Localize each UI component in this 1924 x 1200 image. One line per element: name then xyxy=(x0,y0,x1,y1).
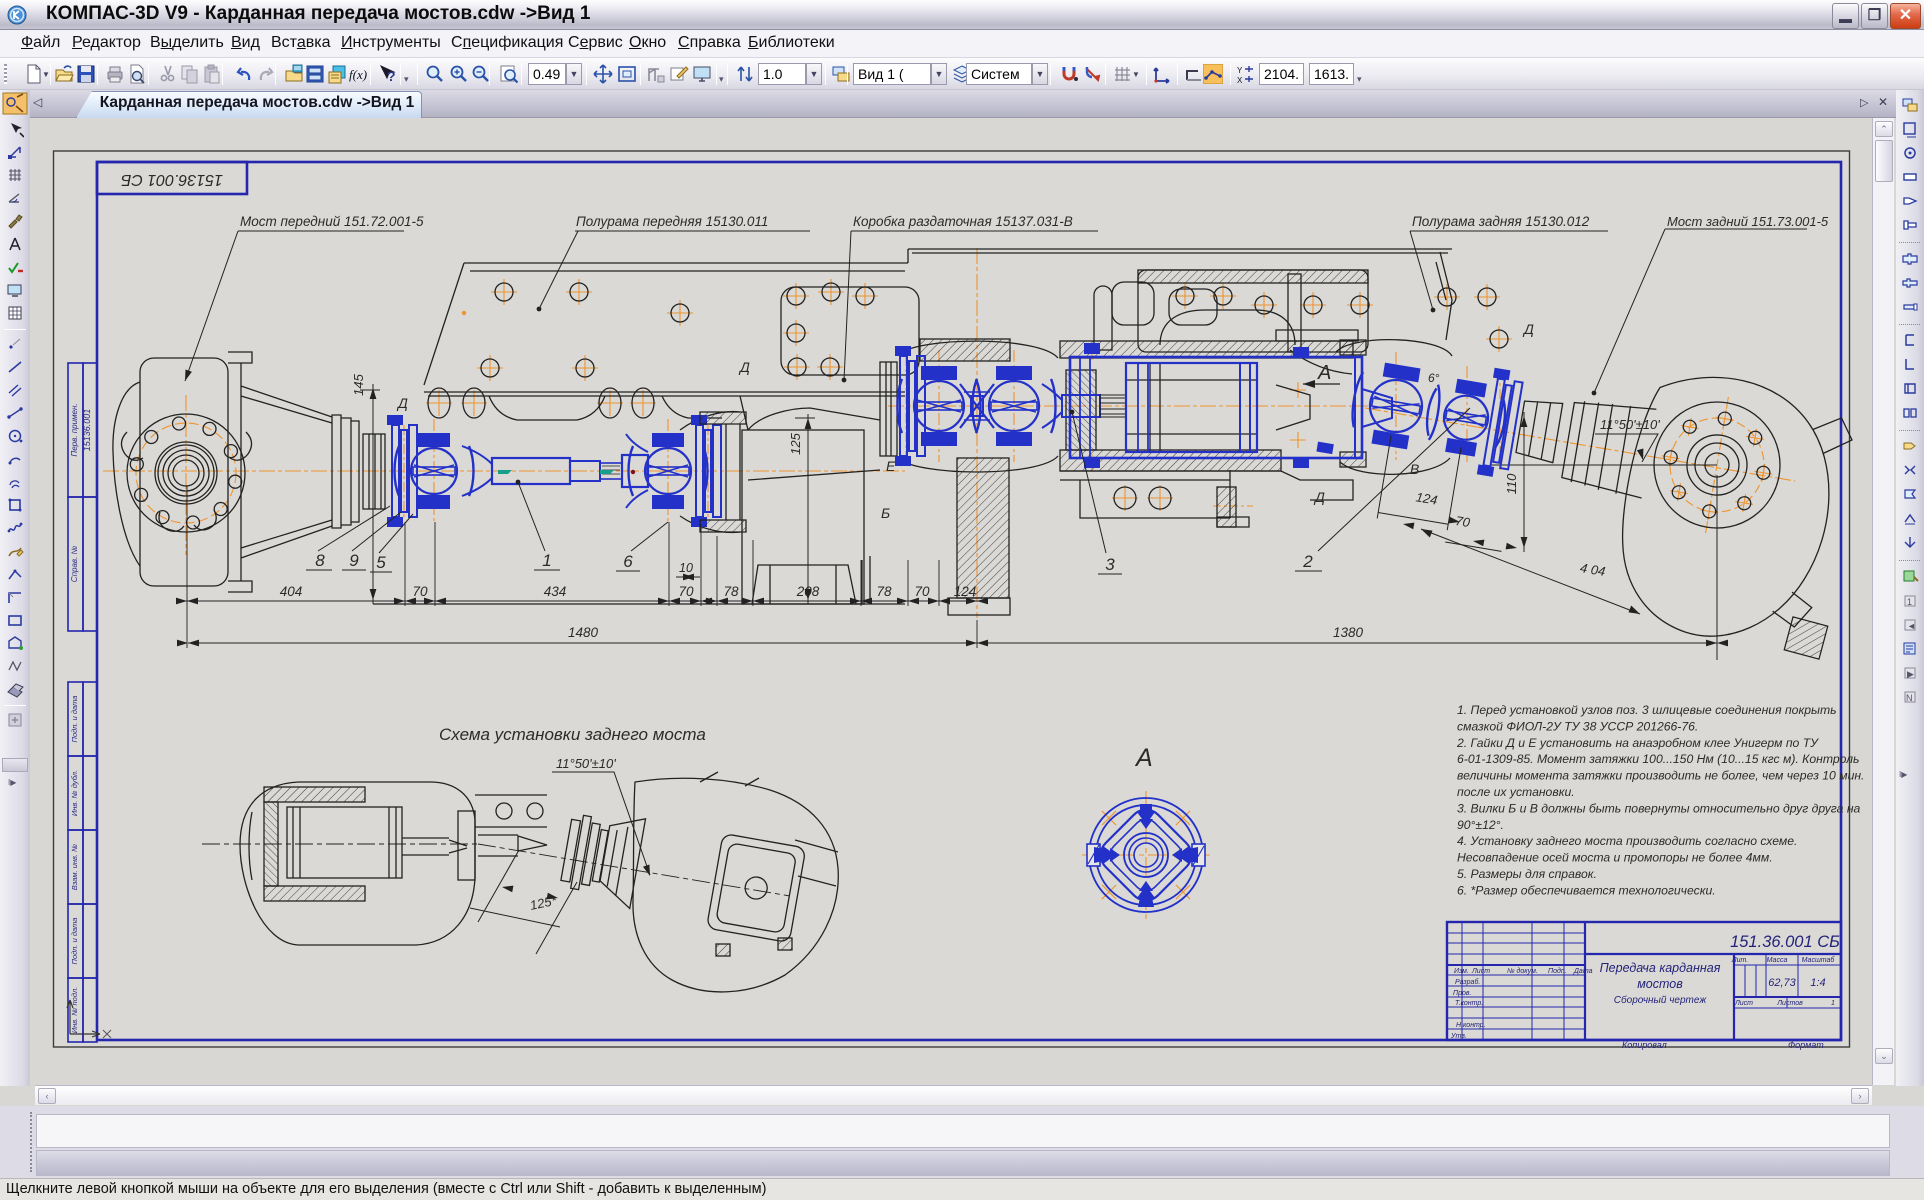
svg-text:1380: 1380 xyxy=(1333,625,1364,640)
svg-text:404: 404 xyxy=(280,584,303,599)
svg-text:Сборочный чертеж: Сборочный чертеж xyxy=(1614,994,1708,1006)
svg-text:А: А xyxy=(1134,744,1153,772)
svg-text:2. Гайки Д и Е установить на а: 2. Гайки Д и Е установить на анаэробном … xyxy=(1456,736,1819,750)
svg-text:Полурама передняя 15130.011: Полурама передняя 15130.011 xyxy=(576,214,768,229)
svg-text:1. Перед установкой узлов поз.: 1. Перед установкой узлов поз. 3 шлицевы… xyxy=(1457,703,1837,717)
svg-text:151.36.001 СБ: 151.36.001 СБ xyxy=(1730,933,1840,951)
svg-text:Передача карданная: Передача карданная xyxy=(1600,961,1721,975)
svg-text:В: В xyxy=(1410,461,1419,477)
svg-text:70: 70 xyxy=(678,584,694,599)
svg-text:Подп. и дата: Подп. и дата xyxy=(70,918,79,965)
svg-text:11°50'±10': 11°50'±10' xyxy=(556,756,616,771)
svg-text:Копировал: Копировал xyxy=(1622,1040,1667,1050)
svg-text:X: X xyxy=(1237,76,1243,84)
svg-text:смазкой ФИОЛ-2У ТУ 38 УССР 201: смазкой ФИОЛ-2У ТУ 38 УССР 201266-76. xyxy=(1457,719,1698,733)
svg-text:8: 8 xyxy=(315,551,325,570)
svg-text:f(x): f(x) xyxy=(349,67,367,82)
svg-text:6-01-1309-85. Момент затяжки 1: 6-01-1309-85. Момент затяжки 100...150 Н… xyxy=(1457,752,1859,766)
svg-text:Масштаб: Масштаб xyxy=(1802,956,1836,964)
svg-text:145: 145 xyxy=(351,373,366,395)
svg-text:6. *Размер обеспечивается техн: 6. *Размер обеспечивается технологически… xyxy=(1457,883,1716,897)
svg-text:1: 1 xyxy=(1907,597,1912,607)
svg-text:Б: Б xyxy=(881,505,890,521)
svg-text:10: 10 xyxy=(679,561,693,575)
svg-text:?: ? xyxy=(387,68,396,84)
svg-text:Формат: Формат xyxy=(1788,1040,1824,1050)
svg-text:78: 78 xyxy=(723,584,739,599)
svg-text:Листов: Листов xyxy=(1776,1000,1803,1007)
svg-text:4. Установку заднего моста про: 4. Установку заднего моста производить с… xyxy=(1457,834,1797,848)
svg-text:Коробка раздаточная 15137.031-: Коробка раздаточная 15137.031-В xyxy=(853,214,1073,229)
svg-text:70: 70 xyxy=(914,584,930,599)
svg-text:124: 124 xyxy=(954,584,977,599)
svg-text:3: 3 xyxy=(1105,555,1115,574)
svg-text:90°±12°.: 90°±12°. xyxy=(1457,818,1504,832)
svg-text:Е: Е xyxy=(886,458,896,474)
svg-text:Лист: Лист xyxy=(1734,1000,1753,1007)
svg-text:после их установки.: после их установки. xyxy=(1457,785,1575,799)
svg-text:Y: Y xyxy=(1237,66,1243,75)
svg-text:Н.контр.: Н.контр. xyxy=(1456,1022,1486,1029)
svg-text:N: N xyxy=(1906,693,1913,703)
svg-text:Подп. и дата: Подп. и дата xyxy=(70,696,79,743)
svg-text:70: 70 xyxy=(412,584,428,599)
svg-text:Д: Д xyxy=(738,359,750,375)
svg-text:Изм.: Изм. xyxy=(1454,968,1469,975)
svg-text:№ докум.: № докум. xyxy=(1507,967,1538,975)
svg-text:Перв. примен.: Перв. примен. xyxy=(70,403,79,456)
svg-text:Разраб.: Разраб. xyxy=(1455,978,1480,986)
svg-text:Лист: Лист xyxy=(1471,968,1490,975)
svg-text:9: 9 xyxy=(349,551,359,570)
svg-text:6°: 6° xyxy=(1428,371,1440,385)
svg-text:Т.контр.: Т.контр. xyxy=(1455,1000,1483,1007)
svg-text:3. Вилки Б и В должны быть пов: 3. Вилки Б и В должны быть повернуты отн… xyxy=(1457,801,1861,815)
svg-text:Дата: Дата xyxy=(1573,968,1593,975)
svg-text:Д: Д xyxy=(1313,489,1325,505)
svg-text:Лит.: Лит. xyxy=(1731,957,1748,964)
svg-text:▶: ▶ xyxy=(1907,669,1914,679)
svg-text:Мост передний 151.72.001-5: Мост передний 151.72.001-5 xyxy=(240,214,424,229)
svg-text:5: 5 xyxy=(376,553,386,572)
svg-text:5. Размеры для справок.: 5. Размеры для справок. xyxy=(1457,867,1597,881)
svg-text:Подп.: Подп. xyxy=(1548,967,1567,975)
svg-text:Мост задний 151.73.001-5: Мост задний 151.73.001-5 xyxy=(1667,214,1829,229)
svg-text:Масса: Масса xyxy=(1767,957,1788,964)
svg-text:Пров.: Пров. xyxy=(1453,990,1472,997)
svg-text:125: 125 xyxy=(788,432,803,454)
svg-text:62,73: 62,73 xyxy=(1768,977,1796,989)
svg-text:6: 6 xyxy=(623,552,633,571)
svg-text:мостов: мостов xyxy=(1637,977,1683,991)
svg-text:Инв. № подл.: Инв. № подл. xyxy=(70,987,79,1034)
svg-text:434: 434 xyxy=(544,584,567,599)
svg-text:110: 110 xyxy=(1504,473,1519,494)
svg-text:Д: Д xyxy=(396,395,408,411)
svg-text:Схема установки заднего моста: Схема установки заднего моста xyxy=(439,725,706,744)
svg-text:78: 78 xyxy=(876,584,892,599)
svg-text:1:4: 1:4 xyxy=(1810,977,1825,989)
svg-text:2: 2 xyxy=(1302,552,1313,571)
svg-text:1: 1 xyxy=(1831,1000,1835,1007)
svg-text:1480: 1480 xyxy=(568,625,599,640)
svg-text:◄: ◄ xyxy=(1907,621,1916,631)
svg-text:А: А xyxy=(1317,362,1331,384)
svg-text:Справ. №: Справ. № xyxy=(70,545,79,582)
svg-text:1: 1 xyxy=(542,551,551,570)
svg-text:11°50'±10': 11°50'±10' xyxy=(1600,417,1660,432)
svg-text:Полурама задняя 15130.012: Полурама задняя 15130.012 xyxy=(1412,214,1590,229)
svg-text:Взам. инв. №: Взам. инв. № xyxy=(70,844,79,890)
svg-text:величины момента затяжки произ: величины момента затяжки производить не … xyxy=(1457,769,1864,783)
svg-text:15136.001: 15136.001 xyxy=(82,409,92,452)
svg-text:Инв. № дубл.: Инв. № дубл. xyxy=(70,770,79,816)
svg-text:Утв.: Утв. xyxy=(1450,1033,1467,1040)
svg-text:15136.001 СБ: 15136.001 СБ xyxy=(121,171,223,188)
svg-text:Д: Д xyxy=(1522,321,1534,337)
svg-text:Несовпадение осей моста и пром: Несовпадение осей моста и промопоры не б… xyxy=(1457,851,1773,865)
